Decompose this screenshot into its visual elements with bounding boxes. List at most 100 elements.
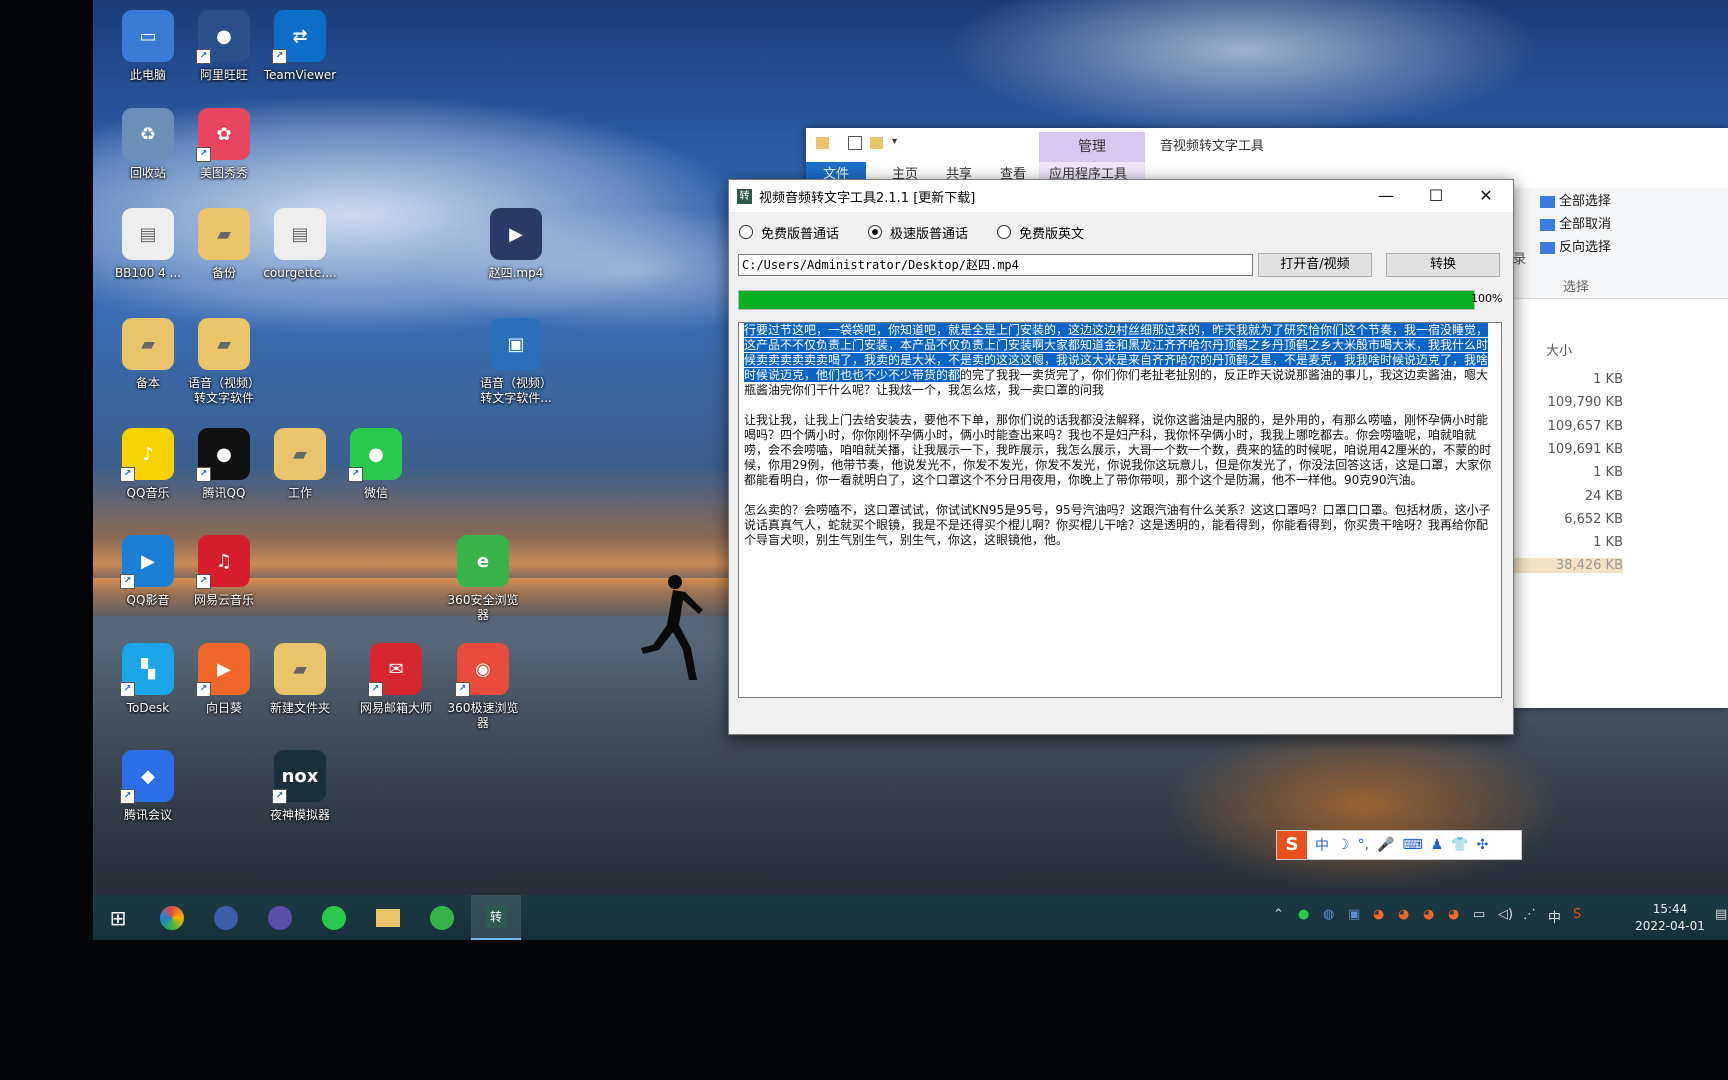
folder-icon [376, 908, 400, 927]
desktop-icon-label: 微信 [363, 486, 388, 500]
app-icon: ♫ ↗ [196, 535, 250, 589]
radio-fast-mandarin[interactable]: 极速版普通话 [868, 222, 968, 242]
minimize-button[interactable]: — [1361, 180, 1411, 212]
maximize-button[interactable]: ☐ [1411, 180, 1461, 212]
clock[interactable]: 15:44 2022-04-01 [1630, 901, 1710, 935]
radio-icon[interactable] [997, 225, 1011, 239]
transcript-textarea[interactable]: 行要过节这吧，一袋袋吧，你知道吧，就是全是上门安装的，这边这边村丝细那过来的，昨… [738, 322, 1502, 698]
column-size-header[interactable]: 大小 [1546, 340, 1572, 359]
tray-ime-indicator[interactable]: 中 [1548, 907, 1561, 926]
tray-sogou-icon[interactable]: S [1573, 907, 1581, 922]
transcript-paragraph: 让我让我，让我上门去给安装去，要他不下单，那你们说的话我都没法解释，说你这酱油是… [744, 413, 1492, 487]
keyboard-icon[interactable]: ⌨ [1402, 837, 1422, 853]
quick-access-toolbar[interactable]: ▾ 管理 音视频转文字工具 [806, 128, 1728, 162]
taskbar-360-browser[interactable] [417, 895, 467, 940]
converter-dialog[interactable]: 转 视频音频转文字工具2.1.1 [更新下载] — ☐ ✕ 免费版普通话 极速版… [728, 179, 1514, 735]
app-icon: nox ↗ [272, 750, 326, 804]
taskbar-file-explorer[interactable] [363, 895, 413, 940]
notification-icon[interactable]: ▤ [1715, 907, 1727, 922]
punctuation-icon[interactable]: °, [1358, 837, 1369, 853]
desktop-icon[interactable]: e 360安全浏览 器 [438, 535, 528, 625]
desktop-icon[interactable]: ● ↗ 微信 [331, 428, 421, 518]
skin-icon[interactable]: 👕 [1451, 837, 1468, 853]
manage-tab[interactable]: 管理 [1039, 132, 1145, 162]
ime-toolbar[interactable]: S 中 ☽ °, 🎤 ⌨ ♟ 👕 ✣ [1276, 830, 1522, 860]
window-title: 音视频转文字工具 [1160, 139, 1265, 154]
tray-display-icon[interactable]: ▣ [1348, 907, 1360, 922]
title-bar[interactable]: 转 视频音频转文字工具2.1.1 [更新下载] — ☐ ✕ [729, 180, 1513, 212]
toolbox-icon[interactable]: ✣ [1477, 837, 1489, 853]
desktop-icon[interactable]: ⇄ ↗ TeamViewer [255, 10, 345, 100]
app-icon: ⇄ ↗ [272, 10, 326, 64]
convert-button[interactable]: 转换 [1386, 253, 1500, 277]
radio-free-mandarin[interactable]: 免费版普通话 [739, 222, 839, 242]
start-button[interactable]: ⊞ [93, 895, 143, 940]
taskbar-qq[interactable] [255, 895, 305, 940]
file-size-cell[interactable]: 109,657 KB [1506, 419, 1623, 434]
shortcut-arrow-icon: ↗ [120, 467, 135, 482]
file-size-cell[interactable]: 24 KB [1506, 489, 1623, 504]
desktop-icon[interactable]: ▣ 语音（视频） 转文字软件... [471, 318, 561, 408]
file-size-cell[interactable]: 6,652 KB [1506, 512, 1623, 527]
sogou-logo-icon[interactable]: S [1277, 831, 1307, 859]
folder-icon[interactable] [816, 137, 829, 149]
desktop-icon[interactable]: ▤ courgette.... [255, 208, 345, 298]
desktop-icon[interactable]: ▶ 赵四.mp4 [471, 208, 561, 298]
tray-battery-icon[interactable]: ▭ [1473, 907, 1485, 922]
desktop-icon[interactable]: ▰ 语音（视频） 转文字软件 [179, 318, 269, 408]
tray-wechat-icon[interactable]: ● [1298, 907, 1309, 922]
file-size-cell[interactable]: 109,790 KB [1506, 395, 1623, 410]
taskbar-wechat[interactable] [309, 895, 359, 940]
desktop-icon-label: 360安全浏览 器 [447, 593, 519, 622]
radio-icon[interactable] [739, 225, 753, 239]
file-size-cell[interactable]: 1 KB [1506, 535, 1623, 550]
tray-volume-icon[interactable]: ◁) [1498, 907, 1513, 922]
desktop-icon[interactable]: ♫ ↗ 网易云音乐 [179, 535, 269, 625]
ime-lang-toggle[interactable]: 中 [1315, 835, 1329, 855]
desktop-icon[interactable]: ◆ ↗ 腾讯会议 [103, 750, 193, 840]
tray-qq-icon[interactable]: ◕ [1423, 907, 1434, 922]
radio-free-english[interactable]: 免费版英文 [997, 222, 1084, 242]
desktop-icon[interactable]: ✿ ↗ 美图秀秀 [179, 108, 269, 198]
tray-qq-icon[interactable]: ◕ [1448, 907, 1459, 922]
shortcut-arrow-icon: ↗ [348, 467, 363, 482]
taskbar-aliwangwang[interactable] [201, 895, 251, 940]
taskbar-converter[interactable]: 转 [471, 895, 521, 940]
tray-overflow-icon[interactable]: ⌃ [1273, 907, 1284, 922]
invert-selection-button[interactable]: 反向选择 [1540, 236, 1611, 259]
grid-icon [1540, 218, 1555, 231]
desktop-icon[interactable]: ▰ 新建文件夹 [255, 643, 345, 733]
shortcut-arrow-icon: ↗ [368, 682, 383, 697]
radio-icon[interactable] [868, 225, 882, 239]
file-size-cell[interactable]: 1 KB [1506, 372, 1623, 387]
user-icon[interactable]: ♟ [1431, 837, 1444, 853]
clock-time: 15:44 [1652, 902, 1688, 916]
select-all-button[interactable]: 全部选择 [1540, 190, 1611, 213]
aliwangwang-icon [214, 905, 238, 930]
folder-icon[interactable] [870, 137, 883, 149]
open-media-button[interactable]: 打开音/视频 [1258, 253, 1372, 277]
desktop-icon[interactable]: ◉ ↗ 360极速浏览 器 [438, 643, 528, 733]
close-button[interactable]: ✕ [1461, 180, 1511, 212]
file-size-cell[interactable]: 109,691 KB [1506, 442, 1623, 457]
microphone-icon[interactable]: 🎤 [1377, 837, 1394, 853]
shortcut-arrow-icon: ↗ [272, 49, 287, 64]
tray-network-icon[interactable]: ◍ [1323, 907, 1334, 922]
taskbar-360-speed-browser[interactable] [147, 895, 197, 940]
converter-icon: 转 [485, 905, 507, 928]
select-none-button[interactable]: 全部取消 [1540, 213, 1611, 236]
tray-qq-icon[interactable]: ◕ [1398, 907, 1409, 922]
tray-wifi-icon[interactable]: ⋰ [1523, 907, 1536, 922]
checkbox-icon[interactable] [848, 136, 862, 150]
app-icon: ◉ ↗ [455, 643, 509, 697]
file-size-cell[interactable]: 1 KB [1506, 465, 1623, 480]
chevron-down-icon[interactable]: ▾ [892, 136, 897, 147]
desktop-icon[interactable]: ✉ ↗ 网易邮箱大师 [351, 643, 441, 733]
file-path-input[interactable]: C:/Users/Administrator/Desktop/赵四.mp4 [738, 254, 1253, 276]
moon-icon[interactable]: ☽ [1337, 837, 1350, 853]
file-size-cell[interactable]: 38,426 KB [1506, 558, 1623, 574]
shortcut-arrow-icon: ↗ [196, 49, 211, 64]
app-icon: ✉ ↗ [368, 643, 422, 697]
tray-qq-icon[interactable]: ◕ [1373, 907, 1384, 922]
desktop-icon[interactable]: nox ↗ 夜神模拟器 [255, 750, 345, 840]
